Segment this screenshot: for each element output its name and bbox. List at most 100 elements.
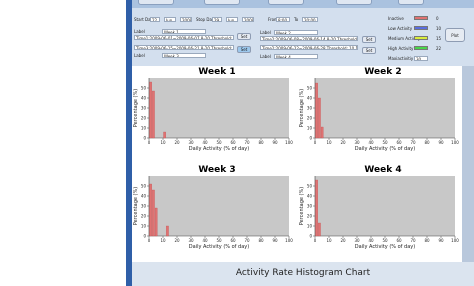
- histogram-chart-area: Week 1 0 10 20 30 40 50 0 10 20 30 40 50 60 70 80 90 100 D…: [132, 66, 462, 262]
- week3-histogram: Week 3 0 10 20 30 40 50 0 10 20 30 40 50 60 70 80 90 100 D…: [132, 164, 296, 260]
- stop-day-select[interactable]: 29: [212, 17, 222, 22]
- toolbar-button[interactable]: [138, 0, 174, 5]
- y-tick-label: 50: [307, 184, 313, 189]
- x-tick-label: 70: [410, 238, 416, 243]
- x-tick-label: 30: [188, 140, 194, 145]
- week2-set-button[interactable]: Set: [362, 36, 376, 43]
- week4-set-button[interactable]: Set: [362, 47, 376, 54]
- y-axis-label: Percentage (%): [299, 187, 305, 225]
- legend-swatch-high[interactable]: [414, 46, 428, 50]
- x-tick-label: 20: [340, 140, 346, 145]
- control-panel: Start Day 22 Jun 2009 Stop Day 29 Jun 20…: [132, 8, 474, 66]
- histogram-bar: [163, 131, 166, 139]
- x-tick-label: 0: [314, 238, 317, 243]
- histogram-bar: [166, 225, 169, 237]
- legend-swatch-low[interactable]: [414, 26, 428, 30]
- histogram-bar: [154, 207, 158, 237]
- x-tick-label: 90: [438, 140, 444, 145]
- histogram-bar: [318, 97, 321, 139]
- week1-label-field[interactable]: Week 1: [162, 29, 206, 34]
- x-tick-label: 70: [410, 140, 416, 145]
- histogram-bar: [315, 179, 318, 237]
- week3-time-text: Time3:2009-06-15~2009-06-21 8-20 Thresho…: [134, 45, 234, 50]
- x-tick-label: 100: [285, 238, 293, 243]
- x-tick-label: 50: [382, 140, 388, 145]
- week3-label-field[interactable]: Week 3: [162, 53, 206, 58]
- y-tick-label: 30: [141, 106, 147, 111]
- toolbar: [132, 0, 474, 8]
- toolbar-button[interactable]: [268, 0, 304, 5]
- y-tick-label: 0: [309, 234, 312, 239]
- histogram-bar: [149, 81, 152, 139]
- week1-histogram: Week 1 0 10 20 30 40 50 0 10 20 30 40 50 60 70 80 90 100 D…: [132, 66, 296, 162]
- y-tick-label: 0: [143, 234, 146, 239]
- legend-value: 0: [436, 16, 439, 21]
- max-activity-field[interactable]: 30: [414, 56, 428, 61]
- stop-month-select[interactable]: Jun: [226, 17, 238, 22]
- y-tick-label: 30: [307, 204, 313, 209]
- y-tick-label: 20: [141, 214, 147, 219]
- plot-button[interactable]: Plot: [445, 28, 465, 42]
- label-caption: Label: [260, 54, 271, 59]
- start-year-field[interactable]: 2009: [180, 17, 192, 22]
- x-tick-label: 90: [272, 238, 278, 243]
- legend-label: Maxiactivitiy: [388, 56, 414, 61]
- y-tick-label: 10: [307, 126, 313, 131]
- week4-histogram: Week 4 0 10 20 30 40 50 0 10 20 30 40 50 60 70 80 90 100 D…: [298, 164, 462, 260]
- x-tick-label: 30: [354, 238, 360, 243]
- x-tick-label: 0: [148, 140, 151, 145]
- x-axis-label: Daily Activity (% of day): [189, 244, 249, 250]
- start-day-select[interactable]: 22: [150, 17, 160, 22]
- week2-label-field[interactable]: Week 2: [274, 30, 318, 35]
- chart-footer: Activity Rate Histogram Chart: [132, 262, 474, 286]
- to-label: To: [294, 17, 299, 22]
- to-select[interactable]: 20:00: [302, 17, 318, 22]
- x-tick-label: 10: [160, 238, 166, 243]
- histogram-svg: 0 10 20 30 40 50 0 10 20 30 40 50 60 70 80 90 100 Daily A…: [299, 176, 459, 250]
- week2-time-text: Time2:2009-06-08~2009-06-14 8-20 Thresho…: [260, 36, 358, 41]
- week1-time-text: Time1:2009-06-01~2009-06-07 8-20 Thresho…: [134, 35, 234, 40]
- x-tick-label: 10: [160, 140, 166, 145]
- y-tick-label: 10: [141, 126, 147, 131]
- x-tick-label: 90: [438, 238, 444, 243]
- histogram-svg: 0 10 20 30 40 50 0 10 20 30 40 50 60 70 80 90 100 Daily A…: [133, 176, 293, 250]
- x-tick-label: 80: [258, 140, 264, 145]
- x-tick-label: 50: [216, 140, 222, 145]
- toolbar-button[interactable]: [204, 0, 240, 5]
- x-tick-label: 100: [451, 140, 459, 145]
- toolbar-button[interactable]: [398, 0, 424, 5]
- x-tick-label: 100: [285, 140, 293, 145]
- histogram-bar: [320, 126, 324, 139]
- legend-label: Inactive: [388, 16, 404, 21]
- histogram-bar: [149, 183, 152, 237]
- vertical-scrollbar[interactable]: [462, 66, 474, 262]
- label-caption: Label: [260, 30, 271, 35]
- from-select[interactable]: 8:00: [276, 17, 290, 22]
- y-tick-label: 40: [141, 194, 147, 199]
- x-tick-label: 60: [230, 140, 236, 145]
- x-axis-label: Daily Activity (% of day): [355, 244, 415, 250]
- week4-label-field[interactable]: Week 4: [274, 54, 318, 59]
- y-axis-label: Percentage (%): [299, 89, 305, 127]
- x-tick-label: 40: [368, 140, 374, 145]
- week4-time-text: Time2:2009-06-22~2009-06-28 Threshold: 1…: [260, 45, 358, 50]
- x-tick-label: 60: [396, 140, 402, 145]
- y-tick-label: 40: [141, 96, 147, 101]
- legend-swatch-inactive[interactable]: [414, 16, 428, 20]
- chart-footer-title: Activity Rate Histogram Chart: [235, 268, 371, 278]
- y-tick-label: 0: [309, 136, 312, 141]
- x-tick-label: 20: [340, 238, 346, 243]
- week3-set-button[interactable]: Set: [237, 46, 251, 53]
- stop-year-field[interactable]: 2009: [242, 17, 254, 22]
- y-tick-label: 10: [141, 224, 147, 229]
- legend-swatch-medium[interactable]: [414, 36, 428, 40]
- start-month-select[interactable]: Jun: [164, 17, 176, 22]
- label-caption: Label: [134, 29, 145, 34]
- toolbar-button[interactable]: [336, 0, 372, 5]
- legend-value: 10: [436, 26, 442, 31]
- x-tick-label: 40: [368, 238, 374, 243]
- label-caption: Label: [134, 53, 145, 58]
- y-axis-label: Percentage (%): [133, 89, 139, 127]
- x-tick-label: 30: [188, 238, 194, 243]
- week1-set-button[interactable]: Set: [237, 33, 251, 40]
